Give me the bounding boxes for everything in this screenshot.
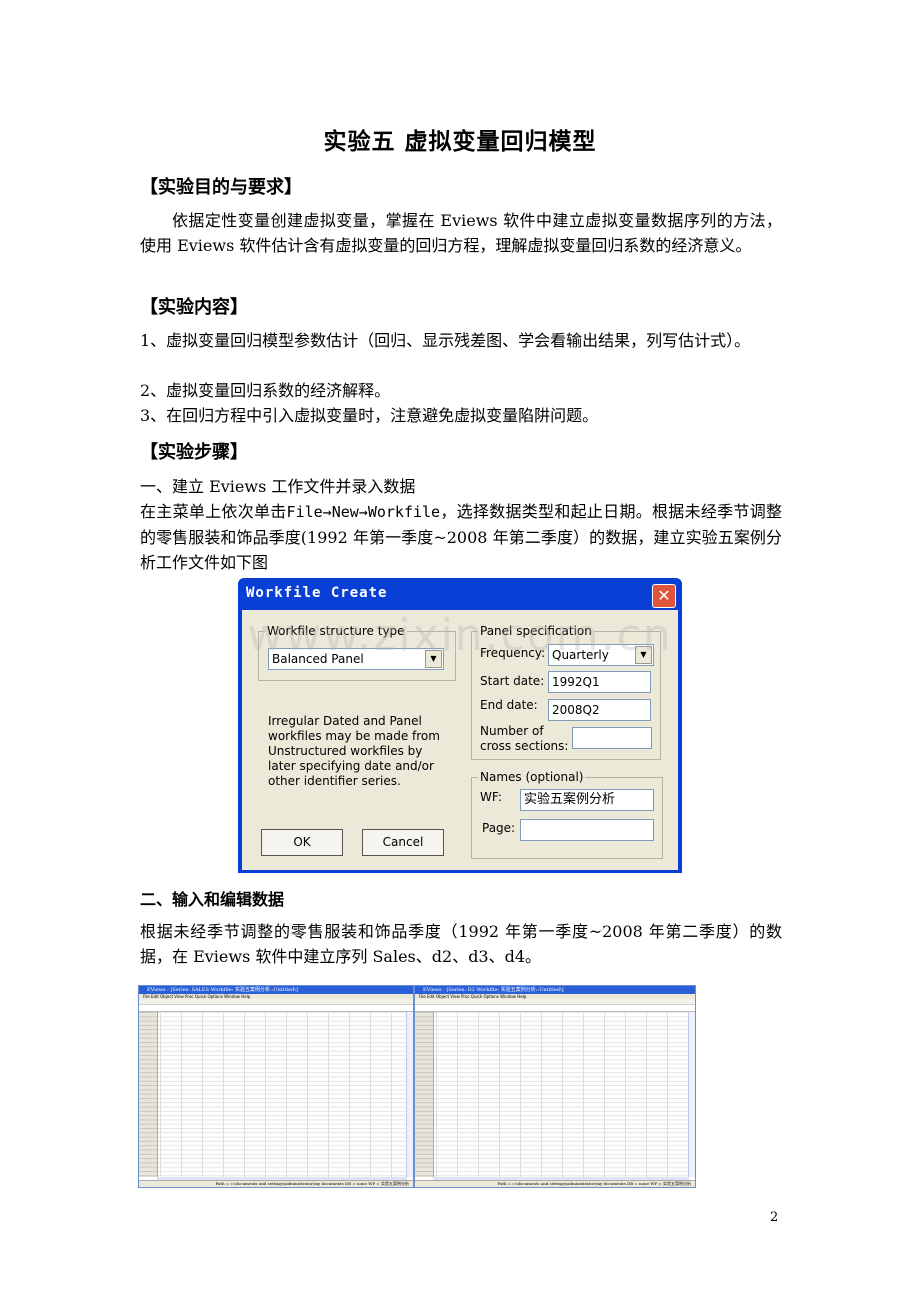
shot-command-area — [415, 1005, 695, 1012]
eviews-d2-screenshot: EViews - [Series: D2 Workfile: 实验五案例分析::… — [414, 985, 696, 1188]
wf-label: WF: — [480, 790, 502, 804]
objective-heading: 【实验目的与要求】 — [140, 177, 302, 198]
page-label: Page: — [482, 821, 516, 835]
wf-name-input[interactable]: 实验五案例分析 — [520, 789, 654, 811]
step2-title: 二、输入和编辑数据 — [140, 890, 285, 909]
steps-heading: 【实验步骤】 — [140, 442, 248, 463]
shot-data-grid — [415, 1012, 689, 1177]
shot-status-bar: Path = c:\documents and settings\adminis… — [139, 1180, 413, 1187]
content-item-2: 2、虚拟变量回归系数的经济解释。 — [140, 381, 391, 400]
end-date-input[interactable]: 2008Q2 — [548, 699, 651, 721]
page-name-input[interactable] — [520, 819, 654, 841]
content-heading: 【实验内容】 — [140, 297, 248, 318]
cross-sections-label: Number of cross sections: — [480, 724, 568, 754]
names-group-label: Names (optional) — [478, 770, 586, 784]
cross-label-line2: cross sections: — [480, 739, 569, 753]
start-date-label: Start date: — [480, 674, 545, 688]
step2-body: 根据未经季节调整的零售服装和饰品季度（1992 年第一季度~2008 年第二季度… — [140, 922, 782, 966]
shot-data-grid — [139, 1012, 407, 1177]
shot-vertical-scrollbar — [406, 1012, 413, 1177]
shot-row-headers — [139, 1012, 158, 1177]
step1-menu-path: File→New→Workfile — [286, 503, 441, 521]
info-text: Irregular Dated and Panel workfiles may … — [268, 714, 440, 788]
shot-title-bar: EViews - [Series: SALES Workfile: 实验五案例分… — [139, 986, 413, 994]
step1-prefix: 在主菜单上依次单击 — [140, 502, 287, 521]
shot-row-headers — [415, 1012, 434, 1177]
shot-title-bar: EViews - [Series: D2 Workfile: 实验五案例分析::… — [415, 986, 695, 994]
content-item-1: 1、虚拟变量回归模型参数估计（回归、显示残差图、学会看输出结果，列写估计式）。 — [140, 331, 751, 350]
step1-title: 一、建立 Eviews 工作文件并录入数据 — [140, 477, 416, 496]
ok-button[interactable]: OK — [261, 829, 343, 856]
cross-label-line1: Number of — [480, 724, 544, 738]
start-date-input[interactable]: 1992Q1 — [548, 671, 651, 693]
shot-status-bar: Path = c:\documents and settings\adminis… — [415, 1180, 695, 1187]
cross-sections-input[interactable] — [572, 727, 652, 749]
document-title: 实验五 虚拟变量回归模型 — [323, 129, 597, 155]
content-item-3: 3、在回归方程中引入虚拟变量时，注意避免虚拟变量陷阱问题。 — [140, 406, 599, 425]
page-number: 2 — [770, 1210, 779, 1225]
end-date-label: End date: — [480, 698, 538, 712]
watermark: www.zixin.com.cn — [247, 610, 673, 661]
dialog-title: Workfile Create — [246, 585, 388, 601]
cancel-button[interactable]: Cancel — [362, 829, 444, 856]
close-icon[interactable]: ✕ — [652, 584, 676, 608]
step1-body: 在主菜单上依次单击File→New→Workfile，选择数据类型和起止日期。根… — [140, 499, 782, 575]
shot-command-area — [139, 1005, 413, 1012]
shot-vertical-scrollbar — [688, 1012, 695, 1177]
eviews-sales-screenshot: EViews - [Series: SALES Workfile: 实验五案例分… — [138, 985, 414, 1188]
names-group: Names (optional) WF: 实验五案例分析 Page: — [471, 770, 663, 859]
objective-body: 依据定性变量创建虚拟变量，掌握在 Eviews 软件中建立虚拟变量数据序列的方法… — [140, 211, 782, 255]
